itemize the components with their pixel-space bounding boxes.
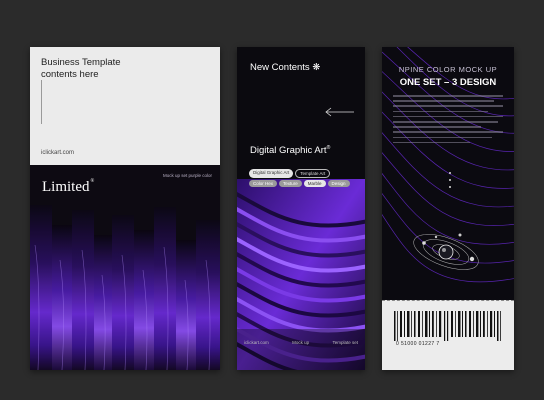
footer-url: iclickart.com	[244, 340, 269, 345]
registered-mark: ®	[326, 145, 331, 151]
card1-divider	[41, 80, 42, 124]
card1-title: Business Template contents here	[41, 57, 121, 80]
arrow-left-icon[interactable]	[325, 107, 355, 117]
card1-limited-label: Limited®	[42, 179, 95, 195]
card2-tag-list: Digital Graphic Art Template Art Color H…	[249, 169, 357, 187]
tag-chip[interactable]: Design	[327, 180, 350, 187]
asterisk-icon: ❋	[312, 62, 321, 73]
card2-heading: New Contents ❋	[250, 62, 321, 73]
card-ticket: NPINE COLOR MOCK UP ONE SET – 3 DESIGN 0…	[382, 47, 514, 370]
card3-dots-separator	[449, 172, 451, 188]
card3-body-text-lines	[393, 95, 503, 144]
card1-mock-caption: Mock up set purple color	[162, 173, 212, 178]
card-business-template: Business Template contents here iclickar…	[30, 47, 220, 370]
card-new-contents: New Contents ❋ Digital Graphic Art® Digi…	[237, 47, 365, 370]
card3-barcode-section: 0 51000 01227 7	[382, 300, 514, 370]
card2-subtitle: Digital Graphic Art®	[250, 145, 331, 156]
tag-chip[interactable]: Marble	[303, 180, 326, 187]
tag-chip[interactable]: Color Hex	[249, 180, 278, 187]
registered-mark: ®	[90, 179, 95, 184]
barcode-digits: 0 51000 01227 7	[396, 341, 440, 347]
card1-url: iclickart.com	[41, 150, 75, 156]
card3-title: NPINE COLOR MOCK UP	[398, 65, 498, 74]
card3-subtitle: ONE SET – 3 DESIGN	[399, 77, 497, 88]
tag-chip[interactable]: Digital Graphic Art	[249, 169, 294, 178]
footer-mockup: Mock up	[292, 340, 310, 345]
card2-footer: iclickart.com Mock up Template set	[244, 340, 358, 345]
planet-icon	[438, 244, 454, 260]
card1-top-panel: Business Template contents here iclickar…	[30, 47, 220, 165]
footer-template: Template set	[332, 340, 358, 345]
tag-chip[interactable]: Texture	[279, 180, 302, 187]
tag-chip[interactable]: Template Art	[295, 169, 331, 178]
barcode-icon	[394, 311, 501, 341]
